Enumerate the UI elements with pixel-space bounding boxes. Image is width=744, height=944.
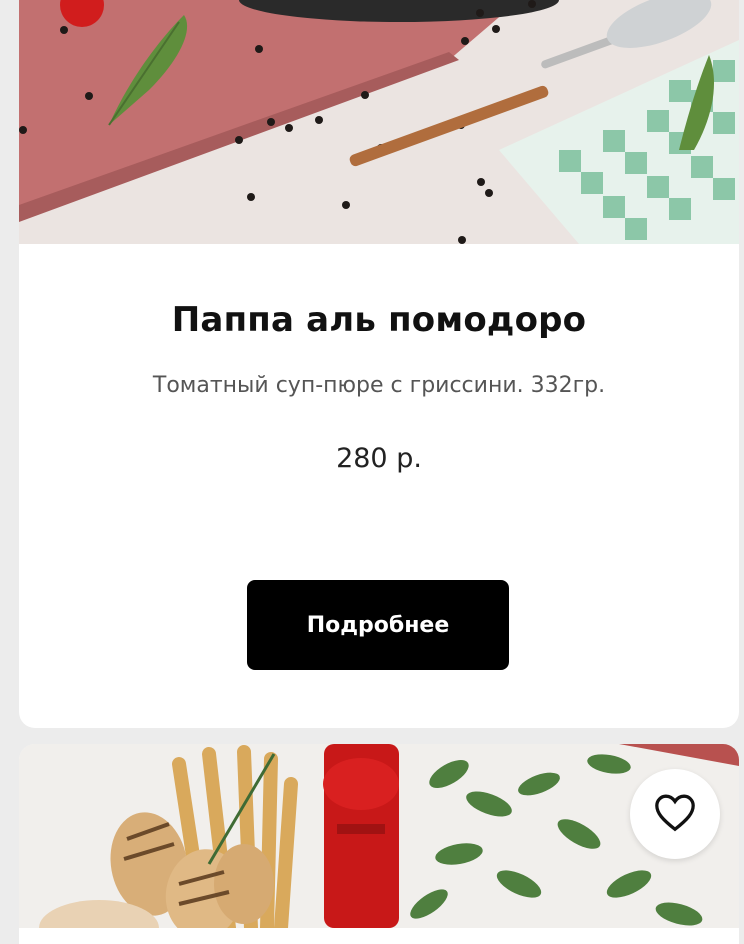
- favorite-button[interactable]: [630, 769, 720, 859]
- product-card: [19, 744, 739, 944]
- product-card: Паппа аль помодоро Томатный суп-пюре с г…: [19, 0, 739, 728]
- heart-outline-icon: [653, 792, 697, 836]
- product-photo: [19, 744, 739, 944]
- details-button[interactable]: Подробнее: [247, 580, 509, 670]
- soup-table-setting-photo: [19, 0, 739, 244]
- product-description: Томатный суп-пюре с гриссини. 332гр.: [152, 373, 606, 398]
- product-photo: [19, 0, 739, 244]
- product-price: 280 р.: [336, 443, 422, 474]
- bread-sticks-and-herbs-photo: [19, 744, 739, 944]
- product-title: Паппа аль помодоро: [171, 300, 587, 340]
